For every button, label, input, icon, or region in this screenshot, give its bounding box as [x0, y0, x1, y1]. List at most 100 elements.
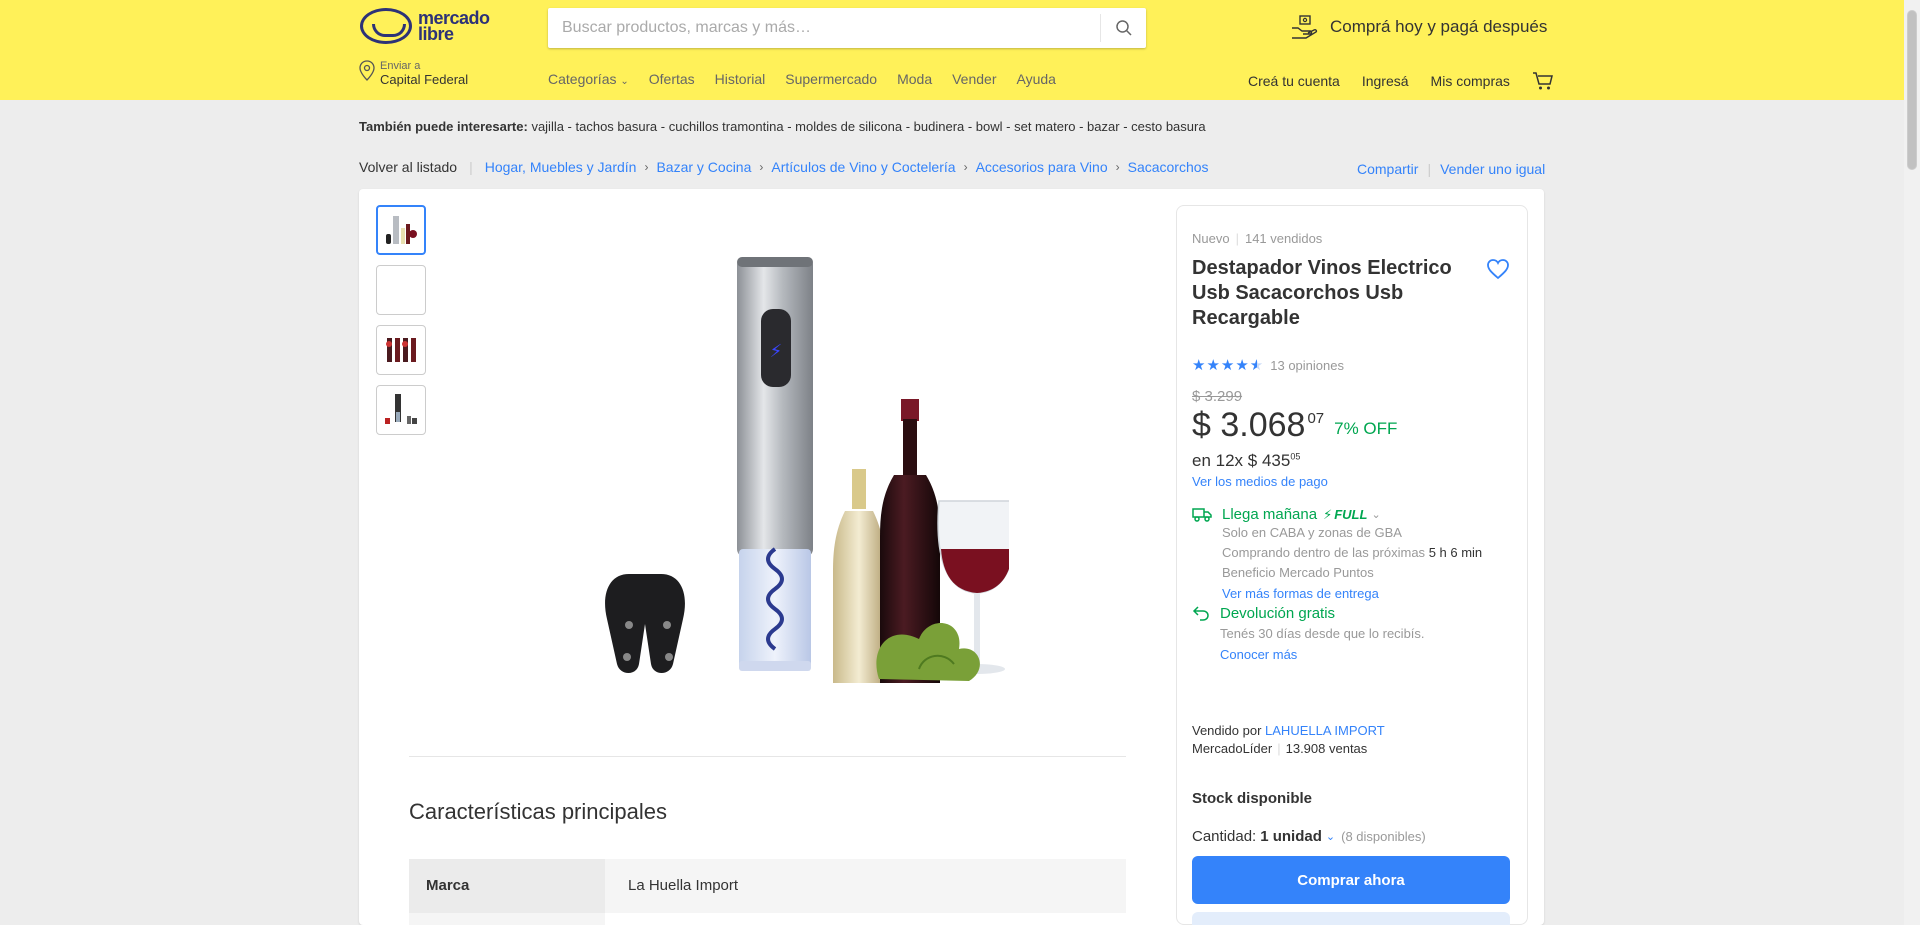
spec-key	[409, 913, 605, 925]
reviews-count: 13 opiniones	[1270, 357, 1344, 373]
table-row: Marca La Huella Import	[409, 859, 1126, 913]
user-nav: Creá tu cuenta Ingresá Mis compras	[1248, 71, 1554, 91]
characteristics-title: Características principales	[409, 799, 667, 824]
full-badge: ⚡ FULL	[1323, 506, 1368, 523]
logo-text: mercado libre	[418, 8, 490, 44]
cart-icon[interactable]	[1532, 71, 1554, 91]
condition-label: Nuevo	[1192, 231, 1230, 246]
nav-moda[interactable]: Moda	[897, 71, 932, 87]
nav-supermercado[interactable]: Supermercado	[785, 71, 877, 87]
delivery-benefit: Beneficio Mercado Puntos	[1222, 565, 1374, 580]
lightning-icon: ⚡	[1323, 506, 1333, 522]
product-main-image[interactable]: ⚡	[589, 249, 1009, 689]
quantity-selector[interactable]: Cantidad: 1 unidad ⌄ (8 disponibles)	[1192, 828, 1426, 845]
breadcrumb-item[interactable]: Bazar y Cocina	[656, 159, 751, 175]
product-thumbnail-image	[385, 394, 417, 424]
spec-key: Marca	[409, 859, 605, 913]
search-input[interactable]	[548, 8, 1100, 48]
available-count: (8 disponibles)	[1341, 829, 1426, 844]
delivery-title: Llega mañana	[1222, 506, 1318, 523]
rating-stars-icon: ★★★★★	[1192, 357, 1265, 374]
svg-text:⚡: ⚡	[770, 341, 783, 362]
sold-count: 141 vendidos	[1244, 231, 1323, 246]
related-searches-label: También puede interesarte:	[359, 119, 528, 134]
header: mercado libre Comprá hoy y pagá después …	[0, 0, 1904, 100]
main-nav: Categorías ⌄ Ofertas Historial Supermerc…	[548, 71, 1076, 87]
breadcrumb-item[interactable]: Accesorios para Vino	[976, 159, 1108, 175]
nav-historial[interactable]: Historial	[715, 71, 766, 87]
product-card: ⚡ Características principales Marca La H…	[359, 189, 1544, 925]
chevron-right-icon: ›	[963, 160, 968, 174]
returns-text: Tenés 30 días desde que lo recibís.	[1220, 626, 1425, 641]
delivery-countdown: Comprando dentro de las próximas 5 h 6 m…	[1222, 545, 1483, 560]
section-divider	[409, 756, 1126, 757]
hand-money-icon	[1292, 15, 1318, 39]
breadcrumb-item[interactable]: Artículos de Vino y Coctelería	[771, 159, 955, 175]
spec-value: La Huella Import	[605, 859, 1126, 913]
returns-more-link[interactable]: Conocer más	[1220, 644, 1425, 666]
login-link[interactable]: Ingresá	[1362, 73, 1409, 89]
stock-status: Stock disponible	[1192, 790, 1313, 807]
buy-box: Nuevo | 141 vendidos Destapador Vinos Elec…	[1176, 205, 1528, 925]
my-purchases-link[interactable]: Mis compras	[1431, 73, 1510, 89]
payment-methods-link[interactable]: Ver los medios de pago	[1192, 474, 1328, 489]
condition-sold: Nuevo | 141 vendidos	[1192, 231, 1323, 246]
delivery-zone: Solo en CABA y zonas de GBA	[1222, 525, 1402, 540]
thumbnail-2[interactable]	[376, 265, 426, 315]
breadcrumb-item[interactable]: Hogar, Muebles y Jardín	[485, 159, 637, 175]
related-searches-list[interactable]: vajilla - tachos basura - cuchillos tram…	[531, 119, 1205, 134]
heart-icon	[1487, 259, 1509, 280]
returns-info: Devolución gratis Tenés 30 días desde qu…	[1192, 605, 1425, 666]
promo-text: Comprá hoy y pagá después	[1330, 17, 1548, 36]
ship-to-location[interactable]: Enviar a Capital Federal	[358, 60, 468, 88]
truck-icon	[1192, 508, 1212, 522]
return-arrow-icon	[1192, 606, 1209, 621]
search-icon	[1115, 20, 1132, 36]
share-link[interactable]: Compartir	[1357, 161, 1418, 177]
thumbnail-3[interactable]	[376, 325, 426, 375]
search-button[interactable]	[1100, 14, 1146, 42]
buy-now-button[interactable]: Comprar ahora	[1192, 856, 1510, 904]
seller-sales: 13.908 ventas	[1285, 741, 1368, 756]
returns-title: Devolución gratis	[1220, 605, 1336, 622]
sell-same-link[interactable]: Vender uno igual	[1440, 161, 1545, 177]
characteristics-table: Marca La Huella Import	[409, 859, 1126, 925]
product-thumbnail-image	[386, 216, 417, 244]
create-account-link[interactable]: Creá tu cuenta	[1248, 73, 1340, 89]
ship-label: Enviar a	[380, 60, 421, 72]
share-actions: Compartir | Vender uno igual	[1357, 161, 1546, 177]
chevron-down-icon: ⌄	[620, 76, 629, 87]
thumbnail-gallery	[376, 205, 426, 445]
location-pin-icon	[359, 60, 375, 81]
product-title: Destapador Vinos Electrico Usb Sacacorch…	[1192, 257, 1452, 329]
nav-ayuda[interactable]: Ayuda	[1016, 71, 1055, 87]
seller-badge: MercadoLíder	[1192, 741, 1273, 756]
seller-link[interactable]: LAHUELLA IMPORT	[1265, 723, 1385, 738]
back-to-list-link[interactable]: Volver al listado	[359, 159, 457, 175]
nav-vender[interactable]: Vender	[952, 71, 996, 87]
thumbnail-1[interactable]	[376, 205, 426, 255]
mercadolibre-logo[interactable]: mercado libre	[360, 8, 498, 44]
related-searches: También puede interesarte: vajilla - tac…	[359, 119, 1206, 134]
price: $ 3.068 07 7% OFF	[1192, 406, 1397, 445]
more-delivery-options-link[interactable]: Ver más formas de entrega	[1222, 583, 1482, 605]
scrollbar-thumb[interactable]	[1907, 10, 1917, 170]
breadcrumb: Volver al listado | Hogar, Muebles y Jar…	[359, 159, 1209, 175]
delivery-info: Llega mañana ⚡ FULL ⌄ Solo en CABA y zona…	[1192, 506, 1482, 605]
breadcrumb-item[interactable]: Sacacorchos	[1128, 159, 1209, 175]
product-thumbnail-image	[386, 338, 416, 362]
page-scrollbar[interactable]	[1904, 0, 1920, 925]
chevron-down-icon: ⌄	[1325, 831, 1336, 843]
ship-city: Capital Federal	[380, 72, 469, 87]
chevron-down-icon[interactable]: ⌄	[1371, 508, 1380, 521]
chevron-right-icon: ›	[759, 160, 764, 174]
thumbnail-4[interactable]	[376, 385, 426, 435]
nav-categorias[interactable]: Categorías ⌄	[548, 71, 629, 87]
nav-ofertas[interactable]: Ofertas	[649, 71, 695, 87]
search-bar	[548, 8, 1146, 48]
buy-now-pay-later-banner[interactable]: Comprá hoy y pagá después	[1290, 14, 1547, 40]
add-to-cart-button[interactable]	[1192, 912, 1510, 925]
favorite-button[interactable]	[1486, 258, 1510, 285]
rating[interactable]: ★★★★★ 13 opiniones	[1192, 356, 1344, 374]
chevron-right-icon: ›	[1115, 160, 1120, 174]
